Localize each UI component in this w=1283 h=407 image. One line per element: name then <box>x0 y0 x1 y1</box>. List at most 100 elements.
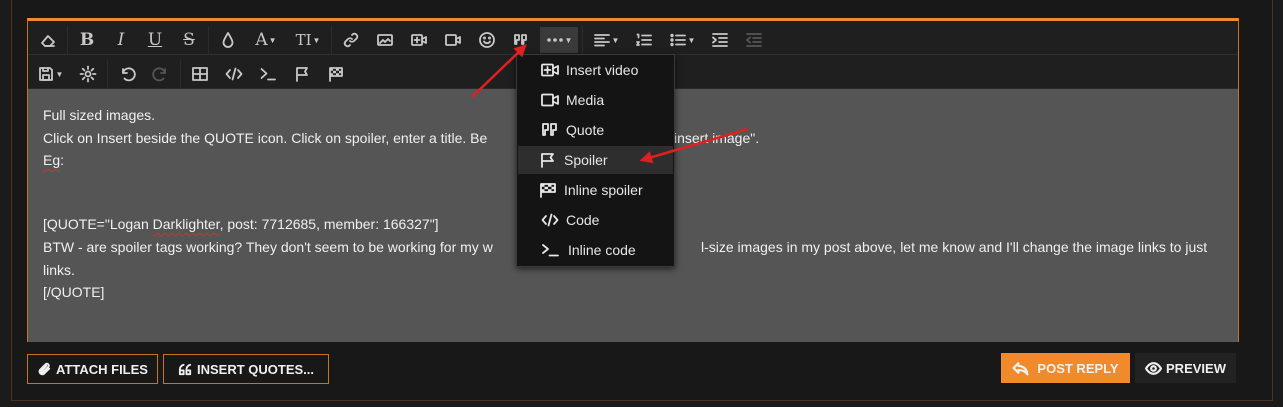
strikethrough-button[interactable]: S <box>174 27 204 53</box>
reply-icon <box>1012 361 1029 375</box>
undo-button[interactable] <box>112 61 142 87</box>
media-icon <box>541 93 559 107</box>
toolbar-separator <box>180 60 181 88</box>
content-line-fragment: l-size images in my post above, let me k… <box>701 239 1208 255</box>
content-line: Click on Insert beside the QUOTE icon. C… <box>43 128 487 148</box>
indent-icon <box>712 33 728 47</box>
content-line: links. <box>43 262 75 278</box>
menu-item-inline-code[interactable]: Inline code <box>518 236 673 264</box>
insert-dropdown-menu: Insert video Media Quote Spoiler Inline … <box>516 54 675 267</box>
inline-code-button[interactable] <box>253 61 283 87</box>
bold-button[interactable]: B <box>72 27 102 53</box>
toolbar-separator <box>582 26 583 54</box>
align-button[interactable]: ▼ <box>587 27 625 53</box>
misspelled-word: Darklighter <box>152 216 220 232</box>
insert-video-button[interactable] <box>404 27 434 53</box>
toolbar-separator <box>107 60 108 88</box>
inline-spoiler-button[interactable] <box>321 61 351 87</box>
insert-table-button[interactable] <box>185 61 215 87</box>
quote-left-icon <box>178 363 192 375</box>
post-reply-button[interactable]: POST REPLY <box>1001 353 1130 383</box>
preview-label: PREVIEW <box>1166 360 1226 376</box>
menu-item-label: Code <box>566 212 600 228</box>
align-icon <box>593 34 610 47</box>
content-line: [QUOTE="Logan Darklighter, post: 7712685… <box>43 214 439 234</box>
toolbar-separator <box>67 26 68 54</box>
underline-button[interactable]: U <box>140 27 170 53</box>
content-line: [/QUOTE] <box>43 284 105 300</box>
menu-item-insert-video[interactable]: Insert video <box>518 56 673 84</box>
remove-formatting-button[interactable] <box>33 27 63 53</box>
link-icon <box>343 32 359 48</box>
insert-link-button[interactable] <box>336 27 366 53</box>
menu-item-label: Quote <box>566 122 605 138</box>
editor-settings-button[interactable] <box>73 61 103 87</box>
menu-item-media[interactable]: Media <box>518 86 673 114</box>
content-text: Click on Insert beside the QUOTE icon. C… <box>43 130 488 146</box>
smilies-button[interactable] <box>472 27 502 53</box>
insert-video-icon <box>541 63 559 77</box>
content-line-fragment: "insert image". <box>669 130 760 146</box>
outdent-icon <box>746 33 762 47</box>
text-color-button[interactable] <box>213 27 243 53</box>
undo-icon <box>122 67 136 82</box>
image-icon <box>377 34 393 46</box>
settings-icon <box>79 65 97 83</box>
redo-button[interactable] <box>146 61 176 87</box>
media-button[interactable] <box>438 27 468 53</box>
menu-item-label: Insert video <box>566 62 639 78</box>
paperclip-icon <box>38 362 51 375</box>
insert-image-button[interactable] <box>370 27 400 53</box>
insert-video-icon <box>411 34 427 46</box>
content-line: Eg: <box>43 152 65 168</box>
quote-button[interactable] <box>506 27 536 53</box>
drafts-button[interactable]: ▼ <box>31 61 69 87</box>
strikethrough-icon: S <box>183 30 195 50</box>
menu-item-label: Inline code <box>568 242 636 258</box>
redo-icon <box>152 67 166 82</box>
ordered-list-icon <box>636 33 652 46</box>
toolbar-separator <box>331 26 332 54</box>
spoiler-flag-icon <box>541 153 554 168</box>
font-family-button[interactable]: A ▼ <box>247 27 285 53</box>
misspelled-word: Eg <box>43 152 61 168</box>
font-size-button[interactable]: TI ▼ <box>289 27 327 53</box>
bold-icon: B <box>79 30 95 50</box>
content-line: Full sized images. <box>43 107 156 123</box>
preview-button[interactable]: PREVIEW <box>1135 353 1236 383</box>
content-text: , post: 7712685, member: 166327"] <box>219 216 439 232</box>
menu-item-code[interactable]: Code <box>518 206 673 234</box>
content-line: BTW - are spoiler tags working? They don… <box>43 239 493 255</box>
spoiler-button[interactable] <box>287 61 317 87</box>
menu-item-spoiler[interactable]: Spoiler <box>518 146 673 174</box>
ordered-list-button[interactable] <box>629 27 659 53</box>
quote-icon <box>542 123 557 136</box>
spoiler-icon <box>296 67 308 82</box>
eye-icon <box>1145 361 1163 375</box>
code-icon <box>225 67 243 81</box>
insert-more-button[interactable]: ▼ <box>540 27 578 53</box>
inline-spoiler-icon <box>329 67 343 82</box>
italic-button[interactable]: I <box>106 27 136 53</box>
table-icon <box>192 67 208 81</box>
more-insert-icon <box>546 38 563 42</box>
italic-icon: I <box>117 30 125 50</box>
code-button[interactable] <box>219 61 249 87</box>
outdent-button[interactable] <box>739 27 769 53</box>
content-text: [QUOTE="Logan <box>43 216 153 232</box>
toolbar-row-1: B I U S A ▼ TI ▼ ▼ ▼ ▼ <box>28 25 771 55</box>
menu-item-inline-spoiler[interactable]: Inline spoiler <box>518 176 673 204</box>
menu-item-quote[interactable]: Quote <box>518 116 673 144</box>
toolbar-separator <box>208 26 209 54</box>
menu-item-label: Inline spoiler <box>564 182 643 198</box>
smilie-icon <box>479 32 495 48</box>
eraser-icon <box>41 35 55 47</box>
unordered-list-button[interactable]: ▼ <box>663 27 701 53</box>
toolbar-row-2: ▼ <box>28 59 353 89</box>
font-size-icon: TI <box>295 31 312 49</box>
inline-spoiler-icon <box>540 183 556 198</box>
indent-button[interactable] <box>705 27 735 53</box>
attach-files-button[interactable]: ATTACH FILES <box>27 354 158 384</box>
insert-quotes-button[interactable]: INSERT QUOTES... <box>163 354 329 384</box>
code-icon <box>541 213 559 227</box>
